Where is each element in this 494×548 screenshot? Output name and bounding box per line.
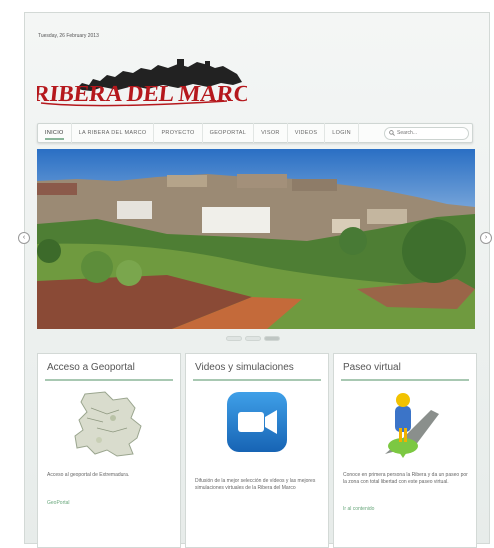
card-title: Acceso a Geoportal: [47, 362, 135, 373]
card-divider: [341, 379, 469, 381]
nav-videos[interactable]: VIDEOS: [288, 123, 326, 143]
card-divider: [193, 379, 321, 381]
hero-slide-image: [37, 149, 475, 329]
search-input[interactable]: [395, 130, 463, 136]
card-title: Videos y simulaciones: [195, 362, 294, 373]
geoportal-link[interactable]: GeoPortal: [47, 500, 70, 506]
slider-pagination: [226, 336, 280, 341]
slider-dot[interactable]: [245, 336, 261, 341]
video-camera-icon[interactable]: [195, 388, 319, 460]
nav-ribera-del-marco[interactable]: LA RIBERA DEL MARCO: [72, 123, 155, 143]
card-paseo-virtual: Paseo virtual Conoce en primera persona …: [333, 353, 477, 548]
nav-visor[interactable]: VISOR: [254, 123, 288, 143]
pegman-icon[interactable]: [343, 388, 467, 460]
card-geoportal: Acceso a Geoportal Acceso al geoportal d…: [37, 353, 181, 548]
slider-dot-active[interactable]: [264, 336, 280, 341]
card-divider: [45, 379, 173, 381]
card-description: Difusión de la mejor selección de vídeos…: [195, 478, 316, 491]
nav-geoportal[interactable]: GEOPORTAL: [203, 123, 255, 143]
nav-login[interactable]: LOGIN: [325, 123, 359, 143]
map-icon[interactable]: [47, 388, 171, 460]
current-date: Tuesday, 26 February 2013: [38, 33, 99, 39]
nav-proyecto[interactable]: PROYECTO: [154, 123, 203, 143]
page-container: Tuesday, 26 February 2013 RIBERA DEL MAR…: [18, 12, 492, 548]
search-box[interactable]: [384, 126, 469, 140]
nav-inicio[interactable]: INICIO: [38, 123, 72, 143]
main-nav: INICIO LA RIBERA DEL MARCO PROYECTO GEOP…: [37, 123, 473, 143]
slider-next-button[interactable]: ›: [480, 232, 492, 244]
slider-dot[interactable]: [226, 336, 242, 341]
card-description: Conoce en primera persona la Ribera y da…: [343, 472, 468, 485]
ir-al-contenido-link[interactable]: Ir al contenido: [343, 506, 374, 512]
card-videos: Videos y simulaciones Difusión de la mej…: [185, 353, 329, 548]
card-title: Paseo virtual: [343, 362, 401, 373]
slider-prev-button[interactable]: ‹: [18, 232, 30, 244]
card-description: Acceso al geoportal de Extremadura.: [47, 472, 130, 478]
site-logo[interactable]: RIBERA DEL MARCO: [37, 56, 247, 116]
